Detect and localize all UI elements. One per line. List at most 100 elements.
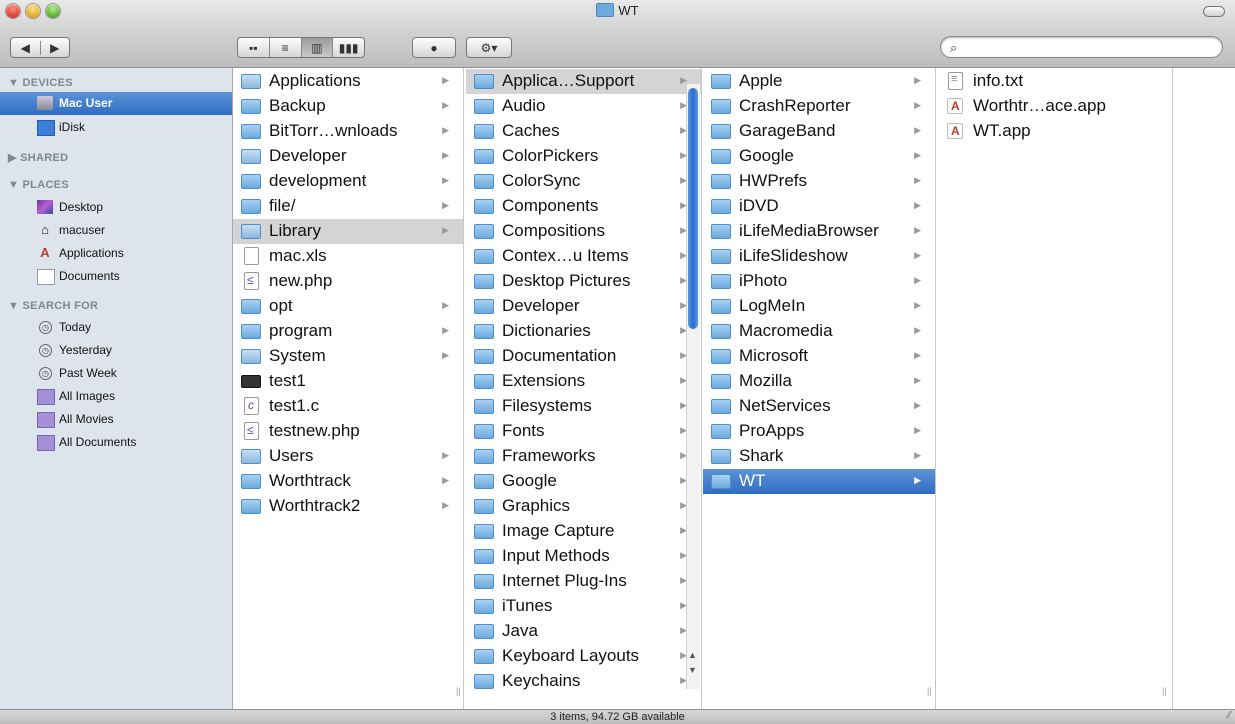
list-item[interactable]: ProApps ▶ <box>703 419 935 444</box>
list-item[interactable]: iPhoto ▶ <box>703 269 935 294</box>
list-item[interactable]: testnew.php <box>233 419 463 444</box>
list-item[interactable]: development ▶ <box>233 169 463 194</box>
list-item[interactable]: Documentation ▶ <box>466 344 701 369</box>
sidebar-item-all-images[interactable]: All Images <box>0 385 232 408</box>
forward-button[interactable]: ▶ <box>41 41 70 55</box>
list-item[interactable]: Graphics ▶ <box>466 494 701 519</box>
toolbar-toggle-button[interactable] <box>1203 6 1225 17</box>
list-item[interactable]: Extensions ▶ <box>466 369 701 394</box>
list-item[interactable]: NetServices ▶ <box>703 394 935 419</box>
list-item[interactable]: Macromedia ▶ <box>703 319 935 344</box>
back-button[interactable]: ◀ <box>11 40 41 55</box>
list-item[interactable]: Worthtrack2 ▶ <box>233 494 463 519</box>
sidebar-item-mac-user[interactable]: Mac User <box>0 92 232 115</box>
sidebar-item-past-week[interactable]: ◷ Past Week <box>0 362 232 385</box>
folder-icon <box>474 624 494 639</box>
sidebar-item-documents[interactable]: Documents <box>0 265 232 288</box>
list-item[interactable]: ColorPickers ▶ <box>466 144 701 169</box>
list-item[interactable]: Internet Plug-Ins ▶ <box>466 569 701 594</box>
search-field[interactable]: ⌕ <box>940 36 1223 58</box>
list-item[interactable]: System ▶ <box>233 344 463 369</box>
list-item[interactable]: Worthtrack ▶ <box>233 469 463 494</box>
devices-header[interactable]: ▼ DEVICES <box>8 77 73 89</box>
sidebar-item-applications[interactable]: A Applications <box>0 242 232 265</box>
search-for-header[interactable]: ▼ SEARCH FOR <box>8 300 98 312</box>
list-item[interactable]: Applications ▶ <box>233 69 463 94</box>
sidebar-item-all-documents[interactable]: All Documents <box>0 431 232 454</box>
list-item[interactable]: Java ▶ <box>466 619 701 644</box>
scroll-up-arrow-icon[interactable]: ▲ <box>688 650 697 660</box>
list-item[interactable]: Google ▶ <box>466 469 701 494</box>
search-input[interactable] <box>965 39 1219 55</box>
list-item[interactable]: Components ▶ <box>466 194 701 219</box>
action-menu-button[interactable]: ⚙▾ <box>466 37 512 58</box>
list-item[interactable]: Microsoft ▶ <box>703 344 935 369</box>
list-item[interactable]: HWPrefs ▶ <box>703 169 935 194</box>
list-item[interactable]: iTunes ▶ <box>466 594 701 619</box>
list-item[interactable]: mac.xls <box>233 244 463 269</box>
list-item[interactable]: Contex…u Items ▶ <box>466 244 701 269</box>
shared-header[interactable]: ▶ SHARED <box>8 151 68 164</box>
list-item[interactable]: WT ▶ <box>703 469 935 494</box>
list-item[interactable]: Dictionaries ▶ <box>466 319 701 344</box>
column-2-scrollbar-thumb[interactable] <box>688 88 698 329</box>
column-resize-handle[interactable]: || <box>456 686 461 696</box>
view-columns-button[interactable]: ▥ <box>301 38 334 57</box>
view-coverflow-button[interactable]: ▮▮▮ <box>333 38 364 57</box>
list-item[interactable]: file/ ▶ <box>233 194 463 219</box>
list-item[interactable]: Keyboard Layouts ▶ <box>466 644 701 669</box>
scroll-down-arrow-icon[interactable]: ▼ <box>688 665 697 675</box>
list-item[interactable]: Mozilla ▶ <box>703 369 935 394</box>
item-name: iTunes <box>502 596 553 615</box>
list-item[interactable]: Shark ▶ <box>703 444 935 469</box>
resize-grip-icon[interactable]: ⁄⁄ <box>1228 709 1231 723</box>
list-item[interactable]: Image Capture ▶ <box>466 519 701 544</box>
list-item[interactable]: iLifeMediaBrowser ▶ <box>703 219 935 244</box>
quicklook-button[interactable]: ● <box>412 37 456 58</box>
column-resize-handle[interactable]: || <box>927 686 932 696</box>
list-item[interactable]: Filesystems ▶ <box>466 394 701 419</box>
list-item[interactable]: info.txt <box>937 69 1172 94</box>
column-resize-handle[interactable]: || <box>1162 686 1167 696</box>
list-item[interactable]: ColorSync ▶ <box>466 169 701 194</box>
sidebar-item-yesterday[interactable]: ◷ Yesterday <box>0 339 232 362</box>
sidebar-item-today[interactable]: ◷ Today <box>0 316 232 339</box>
list-item[interactable]: Keychains ▶ <box>466 669 701 694</box>
sidebar-item-desktop[interactable]: Desktop <box>0 196 232 219</box>
list-item[interactable]: Users ▶ <box>233 444 463 469</box>
view-icons-button[interactable]: ▪▪ <box>238 38 270 57</box>
list-item[interactable]: iLifeSlideshow ▶ <box>703 244 935 269</box>
list-item[interactable]: program ▶ <box>233 319 463 344</box>
sidebar-item-idisk[interactable]: iDisk <box>0 116 232 139</box>
list-item[interactable]: Apple ▶ <box>703 69 935 94</box>
list-item[interactable]: Library ▶ <box>233 219 463 244</box>
list-item[interactable]: Audio ▶ <box>466 94 701 119</box>
list-item[interactable]: BitTorr…wnloads ▶ <box>233 119 463 144</box>
list-item[interactable]: Backup ▶ <box>233 94 463 119</box>
list-item[interactable]: Google ▶ <box>703 144 935 169</box>
list-item[interactable]: Worthtr…ace.app <box>937 94 1172 119</box>
list-item[interactable]: Input Methods ▶ <box>466 544 701 569</box>
list-item[interactable]: iDVD ▶ <box>703 194 935 219</box>
sidebar-item-all-movies[interactable]: All Movies <box>0 408 232 431</box>
list-item[interactable]: Developer ▶ <box>466 294 701 319</box>
list-item[interactable]: Frameworks ▶ <box>466 444 701 469</box>
list-item[interactable]: opt ▶ <box>233 294 463 319</box>
list-item[interactable]: CrashReporter ▶ <box>703 94 935 119</box>
places-header[interactable]: ▼ PLACES <box>8 179 69 191</box>
view-list-button[interactable]: ≡ <box>270 38 302 57</box>
list-item[interactable]: Applica…Support ▶ <box>466 69 701 94</box>
item-name: Image Capture <box>502 521 615 540</box>
list-item[interactable]: test1 <box>233 369 463 394</box>
list-item[interactable]: Desktop Pictures ▶ <box>466 269 701 294</box>
list-item[interactable]: Caches ▶ <box>466 119 701 144</box>
list-item[interactable]: test1.c <box>233 394 463 419</box>
list-item[interactable]: Fonts ▶ <box>466 419 701 444</box>
list-item[interactable]: Developer ▶ <box>233 144 463 169</box>
list-item[interactable]: new.php <box>233 269 463 294</box>
list-item[interactable]: LogMeIn ▶ <box>703 294 935 319</box>
list-item[interactable]: GarageBand ▶ <box>703 119 935 144</box>
sidebar-item-macuser[interactable]: ⌂ macuser <box>0 219 232 242</box>
list-item[interactable]: Compositions ▶ <box>466 219 701 244</box>
list-item[interactable]: WT.app <box>937 119 1172 144</box>
